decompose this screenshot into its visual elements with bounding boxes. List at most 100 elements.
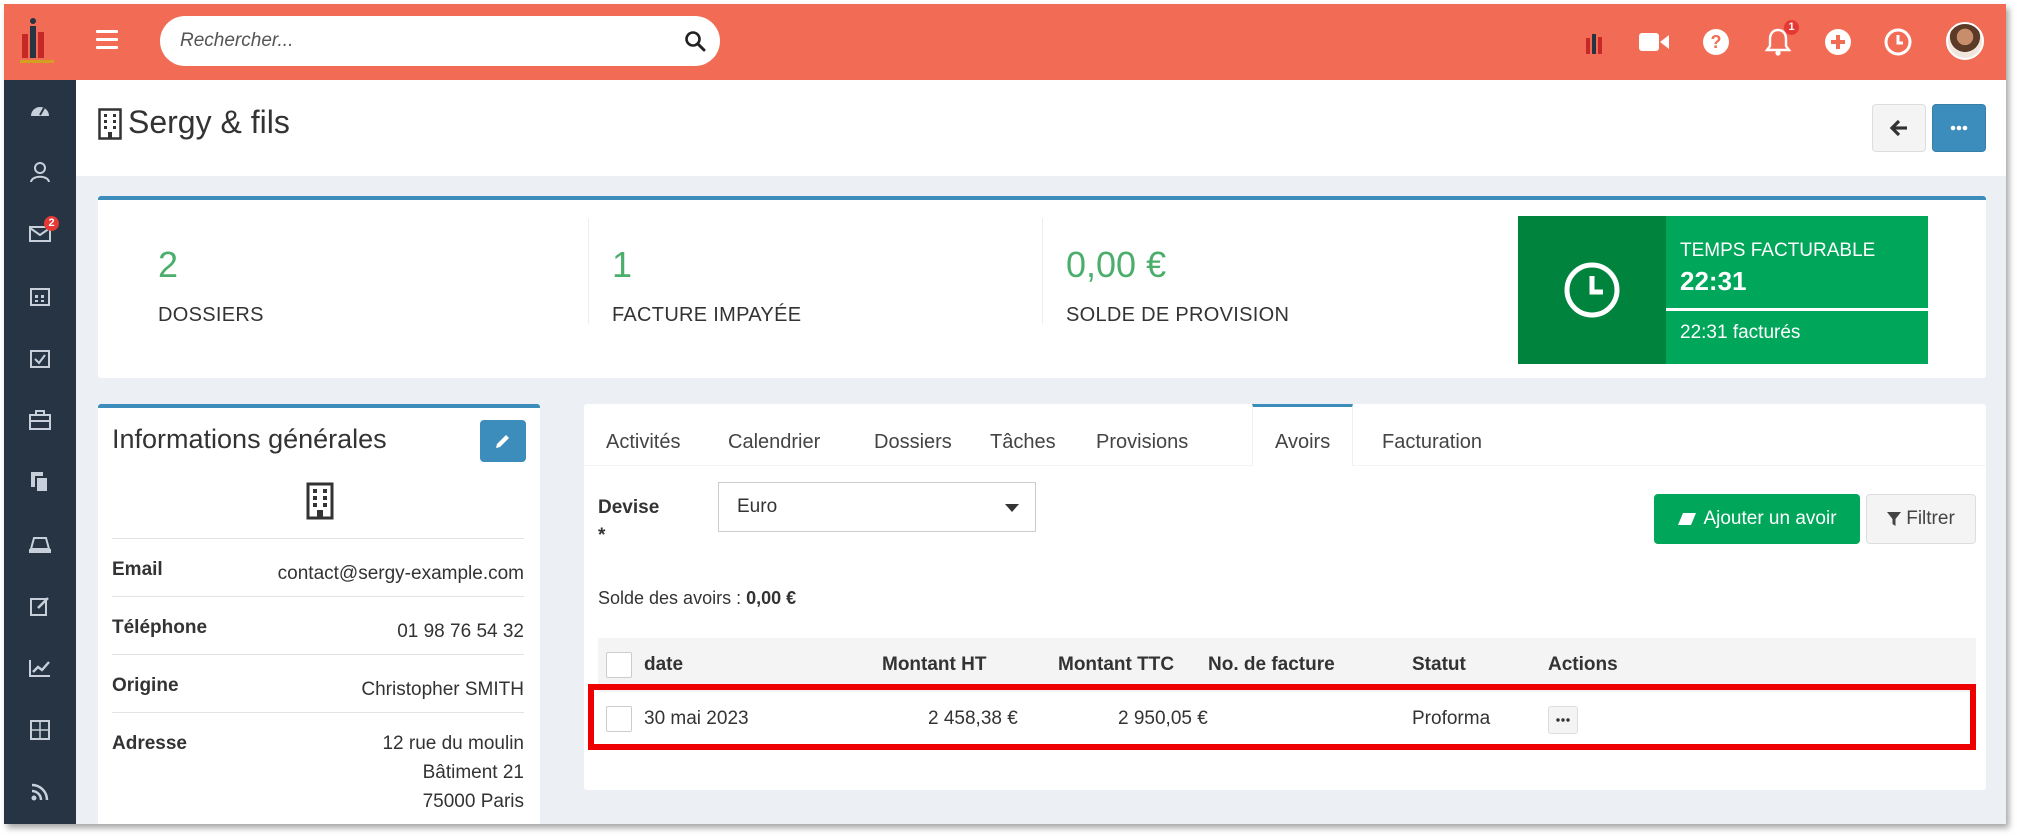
stat-dossiers[interactable]: 2 DOSSIERS [158, 244, 264, 327]
user-avatar[interactable] [1946, 22, 1984, 60]
top-navbar: ? 1 [4, 4, 2006, 80]
credit-balance: Solde des avoirs : 0,00 € [598, 588, 796, 609]
add-circle-icon[interactable] [1822, 26, 1854, 58]
stat-factures-label: FACTURE IMPAYÉE [612, 304, 802, 326]
info-address-key: Adresse [112, 733, 187, 754]
info-phone-key: Téléphone [112, 617, 208, 638]
stat-dossiers-label: DOSSIERS [158, 304, 264, 326]
info-row-email: Email contact@sergy-example.com [112, 538, 524, 596]
brand-mini-icon[interactable] [1578, 26, 1610, 58]
arrow-left-icon [1889, 119, 1907, 137]
svg-text:?: ? [1711, 32, 1722, 52]
documents-icon [31, 472, 49, 493]
more-options-button[interactable] [1932, 104, 1986, 152]
clock-icon [1564, 262, 1620, 318]
timer-icon[interactable] [1882, 26, 1914, 58]
sidebar-item-mail[interactable]: 2 [4, 204, 76, 264]
sidebar-item-calendar[interactable] [4, 266, 76, 326]
column-date[interactable]: date [644, 654, 683, 676]
sidebar-item-tasks[interactable] [4, 328, 76, 388]
currency-select[interactable]: Euro [718, 482, 1036, 532]
edit-info-button[interactable] [480, 420, 526, 462]
sidebar-item-cases[interactable] [4, 390, 76, 450]
edit-icon [30, 597, 49, 616]
column-montant-ttc[interactable]: Montant TTC [1058, 654, 1174, 676]
filter-icon [1887, 512, 1902, 526]
credit-balance-value: 0,00 € [746, 588, 797, 608]
address-line: 12 rue du moulin [382, 733, 524, 754]
tasks-icon [30, 350, 50, 368]
info-row-address: Adresse 12 rue du moulin Bâtiment 21 750… [112, 712, 524, 822]
billable-time-card[interactable]: TEMPS FACTURABLE 22:31 22:31 facturés [1518, 216, 1928, 364]
filter-label: Filtrer [1906, 508, 1955, 529]
page-title: Sergy & fils [128, 104, 290, 140]
search-input[interactable] [180, 24, 660, 58]
stat-factures-value: 1 [612, 244, 633, 285]
notifications-badge: 1 [1784, 20, 1799, 35]
building-icon [98, 108, 122, 140]
add-credit-note-label: Ajouter un avoir [1703, 508, 1837, 529]
help-icon[interactable]: ? [1700, 26, 1732, 58]
sidebar-item-reports[interactable] [4, 638, 76, 698]
time-card-billed: 22:31 facturés [1680, 322, 1801, 343]
stat-factures[interactable]: 1 FACTURE IMPAYÉE [612, 244, 801, 327]
back-button[interactable] [1872, 104, 1926, 152]
tab-facturation[interactable]: Facturation [1360, 404, 1504, 466]
time-card-label: TEMPS FACTURABLE [1680, 240, 1876, 261]
sidebar-item-notes[interactable] [4, 576, 76, 636]
sidebar: 2 [4, 80, 76, 824]
page-header [76, 80, 2006, 176]
stat-dossiers-value: 2 [158, 244, 179, 285]
stat-divider [1042, 218, 1043, 324]
sidebar-item-feed[interactable] [4, 762, 76, 822]
notifications-icon[interactable]: 1 [1762, 20, 1799, 58]
caret-down-icon [1005, 504, 1019, 512]
calendar-icon [30, 288, 50, 306]
briefcase-icon [29, 410, 51, 430]
info-origin-value: Christopher SMITH [361, 679, 524, 700]
info-email-value[interactable]: contact@sergy-example.com [278, 559, 524, 588]
currency-label: Devise * [598, 494, 659, 550]
eraser-icon [1678, 513, 1697, 525]
stat-solde-value: 0,00 € [1066, 244, 1167, 285]
app-logo[interactable] [4, 4, 76, 80]
info-address-value: 12 rue du moulin Bâtiment 21 75000 Paris [382, 729, 524, 816]
search-icon[interactable] [684, 30, 706, 52]
billing-icon [29, 537, 51, 553]
tab-activites[interactable]: Activités [584, 404, 702, 466]
address-line: Bâtiment 21 [422, 762, 524, 783]
sidebar-item-billing[interactable] [4, 514, 76, 574]
stats-panel: 2 DOSSIERS 1 FACTURE IMPAYÉE 0,00 € SOLD… [98, 196, 1986, 378]
dashboard-icon [31, 107, 49, 116]
sidebar-item-documents[interactable] [4, 452, 76, 512]
info-email-key: Email [112, 559, 163, 580]
column-actions: Actions [1548, 654, 1618, 675]
column-montant-ht[interactable]: Montant HT [882, 654, 986, 676]
general-info-title: Informations générales [112, 424, 387, 454]
info-phone-value[interactable]: 01 98 76 54 32 [397, 617, 524, 646]
stat-solde[interactable]: 0,00 € SOLDE DE PROVISION [1066, 244, 1289, 327]
tab-taches[interactable]: Tâches [968, 404, 1078, 466]
tab-calendrier[interactable]: Calendrier [706, 404, 842, 466]
pencil-icon [496, 435, 509, 448]
menu-toggle-icon[interactable] [96, 30, 118, 52]
address-line: 75000 Paris [422, 791, 524, 812]
sidebar-item-dashboard[interactable] [4, 80, 76, 140]
stat-divider [588, 218, 589, 324]
add-credit-note-button[interactable]: Ajouter un avoir [1654, 494, 1860, 544]
tab-avoirs[interactable]: Avoirs [1252, 404, 1354, 466]
column-no-facture[interactable]: No. de facture [1208, 654, 1335, 676]
column-statut[interactable]: Statut [1412, 654, 1466, 676]
filter-button[interactable]: Filtrer [1866, 494, 1976, 544]
sidebar-item-accounting[interactable] [4, 700, 76, 760]
stat-solde-label: SOLDE DE PROVISION [1066, 304, 1290, 326]
info-origin-key: Origine [112, 675, 179, 696]
row-highlight-annotation [588, 684, 1976, 750]
sidebar-item-contacts[interactable] [4, 142, 76, 202]
video-call-icon[interactable] [1638, 26, 1670, 58]
time-card-value: 22:31 [1680, 266, 1747, 296]
tab-dossiers[interactable]: Dossiers [852, 404, 974, 466]
calculator-icon [30, 720, 50, 740]
tab-provisions[interactable]: Provisions [1074, 404, 1210, 466]
select-all-checkbox[interactable] [606, 652, 632, 678]
